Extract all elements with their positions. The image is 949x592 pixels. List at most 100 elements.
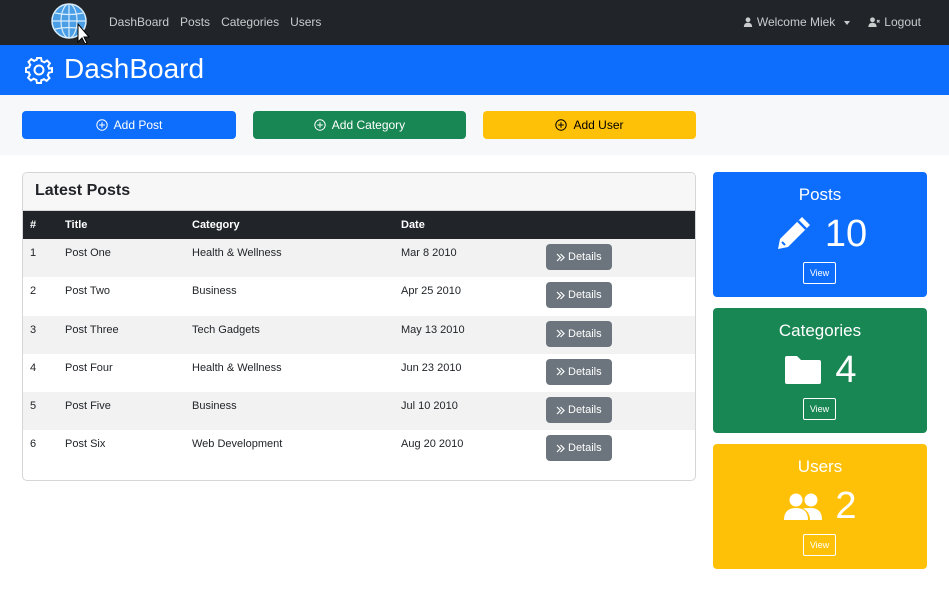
post-title: Post Two <box>65 285 111 298</box>
add-category-button[interactable]: Add Category <box>253 111 466 139</box>
double-chevron-right-icon <box>556 444 565 453</box>
post-number: 3 <box>30 323 37 336</box>
details-label: Details <box>568 365 602 378</box>
page-title: DashBoard <box>64 53 205 84</box>
nav-link-users[interactable]: Users <box>290 15 321 29</box>
post-title: Post Three <box>65 323 119 336</box>
details-button[interactable]: Details <box>546 320 612 347</box>
nav-link-dashboard[interactable]: DashBoard <box>109 15 169 29</box>
add-post-button[interactable]: Add Post <box>22 111 236 139</box>
post-date: May 13 2010 <box>401 323 465 336</box>
details-button[interactable]: Details <box>546 435 612 462</box>
pencil-icon <box>777 217 810 249</box>
users-stat-card: Users 2 View <box>713 444 927 569</box>
posts-count: 10 <box>824 213 868 255</box>
column-header-date: Date <box>401 219 425 231</box>
page-header: DashBoard <box>0 45 949 95</box>
nav-right: Welcome Miek Logout <box>743 15 921 29</box>
plus-circle-icon <box>314 119 326 131</box>
details-label: Details <box>568 404 602 417</box>
table-row: 5 Post Five Business Jul 10 2010 Details <box>23 392 695 431</box>
details-button[interactable]: Details <box>546 397 612 424</box>
post-number: 6 <box>30 438 37 451</box>
details-label: Details <box>568 442 602 455</box>
posts-stat-card: Posts 10 View <box>713 172 927 297</box>
column-header-actions <box>539 211 695 239</box>
top-navbar: DashBoard Posts Categories Users Welcome… <box>0 0 949 45</box>
globe-logo-icon[interactable] <box>50 2 92 44</box>
nav-links: DashBoard Posts Categories Users <box>109 15 321 29</box>
logout-label: Logout <box>884 15 921 29</box>
double-chevron-right-icon <box>556 253 565 261</box>
plus-circle-icon <box>555 119 568 131</box>
post-date: Jun 23 2010 <box>401 361 462 374</box>
chevron-down-icon <box>844 20 851 25</box>
post-title: Post Five <box>65 400 111 413</box>
logout-link[interactable]: Logout <box>868 15 921 29</box>
view-posts-button[interactable]: View <box>803 262 836 284</box>
welcome-text: Welcome Miek <box>756 15 836 29</box>
table-row: 6 Post Six Web Development Aug 20 2010 D… <box>23 430 695 468</box>
action-bar: Add Post Add Category Add User <box>0 95 949 155</box>
posts-stat-label: Posts <box>798 185 842 204</box>
table-row: 4 Post Four Health & Wellness Jun 23 201… <box>23 354 695 392</box>
folder-icon <box>785 356 822 384</box>
post-category: Business <box>192 285 237 298</box>
add-post-label: Add Post <box>113 118 163 132</box>
post-number: 5 <box>30 400 37 413</box>
categories-stat-label: Categories <box>778 321 862 340</box>
post-date: Mar 8 2010 <box>401 247 457 259</box>
table-header-row: # Title Category Date <box>23 211 695 239</box>
table-row: 2 Post Two Business Apr 25 2010 Details <box>23 277 695 315</box>
post-number: 1 <box>30 247 37 259</box>
latest-posts-card: Latest Posts # Title Category Date 1 Pos… <box>22 172 696 481</box>
add-user-label: Add User <box>573 118 624 132</box>
post-category: Business <box>192 400 237 413</box>
post-date: Jul 10 2010 <box>401 400 458 413</box>
latest-posts-title: Latest Posts <box>23 173 695 211</box>
post-title: Post Four <box>65 361 113 374</box>
categories-count: 4 <box>835 349 857 391</box>
user-icon <box>743 17 753 27</box>
post-category: Health & Wellness <box>192 361 282 374</box>
post-date: Apr 25 2010 <box>401 285 461 298</box>
categories-stat-card: Categories 4 View <box>713 308 927 433</box>
users-stat-label: Users <box>797 457 843 476</box>
user-dropdown[interactable]: Welcome Miek <box>743 15 851 29</box>
double-chevron-right-icon <box>556 367 565 376</box>
add-category-label: Add Category <box>331 118 406 132</box>
double-chevron-right-icon <box>556 329 565 338</box>
user-times-icon <box>868 17 881 27</box>
post-category: Health & Wellness <box>192 247 282 259</box>
users-icon <box>784 493 823 520</box>
column-header-title: Title <box>65 219 88 231</box>
table-row: 1 Post One Health & Wellness Mar 8 2010 … <box>23 239 695 278</box>
nav-link-categories[interactable]: Categories <box>221 15 279 29</box>
add-user-button[interactable]: Add User <box>483 111 696 139</box>
users-count: 2 <box>835 485 857 527</box>
double-chevron-right-icon <box>556 406 565 415</box>
double-chevron-right-icon <box>556 291 565 300</box>
details-button[interactable]: Details <box>546 244 612 270</box>
nav-link-posts[interactable]: Posts <box>180 15 210 29</box>
details-label: Details <box>568 289 602 302</box>
view-users-button[interactable]: View <box>803 534 836 556</box>
column-header-category: Category <box>192 219 240 231</box>
details-label: Details <box>568 327 602 340</box>
post-category: Tech Gadgets <box>192 323 260 336</box>
table-row: 3 Post Three Tech Gadgets May 13 2010 De… <box>23 315 695 354</box>
post-number: 4 <box>30 361 37 374</box>
plus-circle-icon <box>95 119 108 131</box>
details-button[interactable]: Details <box>546 358 612 385</box>
gear-icon <box>25 57 53 84</box>
posts-table: # Title Category Date 1 Post One Health … <box>23 211 695 469</box>
post-number: 2 <box>30 285 37 298</box>
post-date: Aug 20 2010 <box>401 438 464 451</box>
view-categories-button[interactable]: View <box>803 398 836 420</box>
post-category: Web Development <box>192 438 283 451</box>
details-button[interactable]: Details <box>546 282 612 309</box>
post-title: Post Six <box>65 438 106 451</box>
post-title: Post One <box>65 247 111 259</box>
details-label: Details <box>568 251 602 263</box>
column-header-number: # <box>30 219 37 231</box>
